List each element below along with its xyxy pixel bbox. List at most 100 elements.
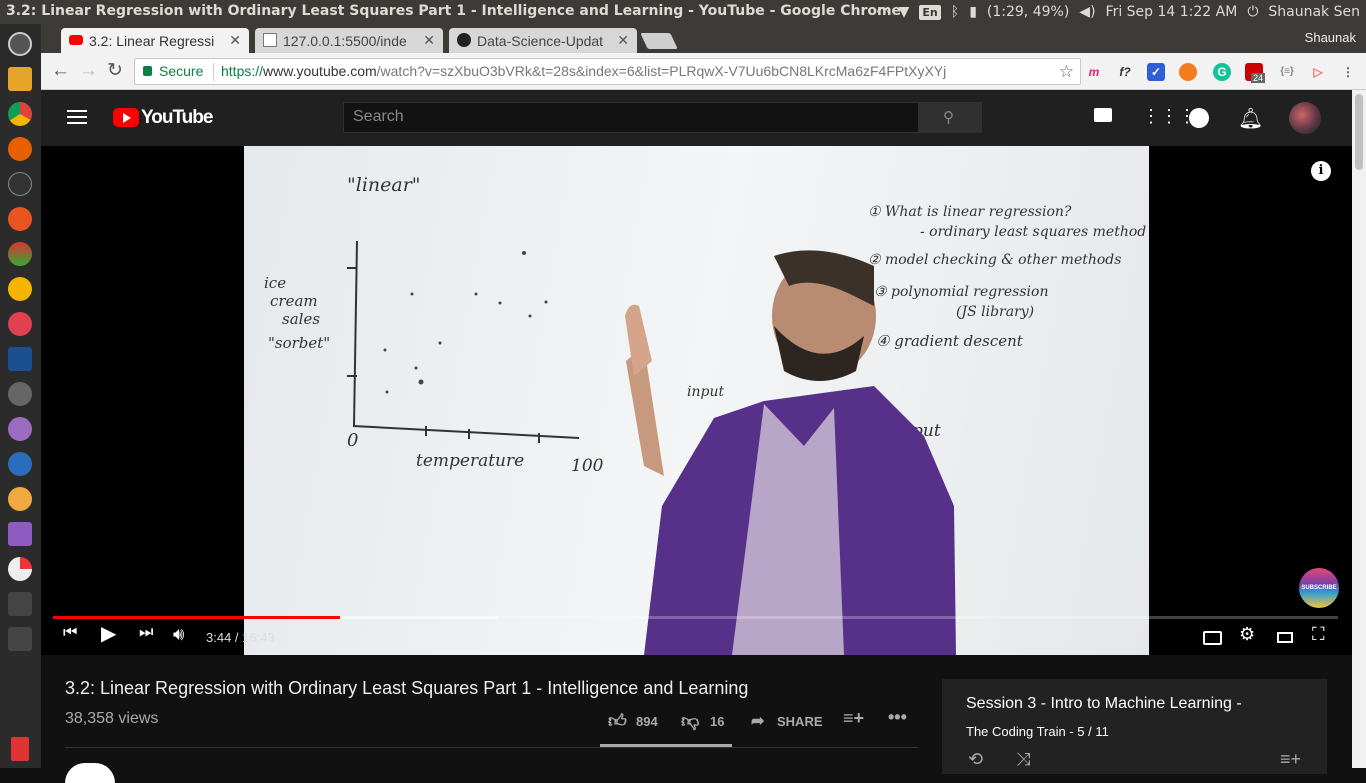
forward-icon[interactable]: → bbox=[79, 61, 98, 81]
fullscreen-icon[interactable]: ⛶ bbox=[1312, 624, 1325, 645]
battery-status[interactable]: (1:29, 49%) bbox=[987, 4, 1069, 20]
new-tab-button[interactable] bbox=[640, 33, 678, 49]
dislike-icon[interactable]: 👎︎ bbox=[681, 710, 699, 732]
previous-icon[interactable]: ⏮︎ bbox=[63, 624, 77, 642]
play-icon[interactable]: ▶ bbox=[101, 621, 116, 646]
add-to-playlist-icon[interactable]: ≡+ bbox=[843, 708, 864, 729]
battery-icon[interactable]: ▮ bbox=[969, 4, 977, 20]
reload-icon[interactable]: ↻ bbox=[107, 61, 123, 81]
keyboard-language[interactable]: En bbox=[919, 4, 941, 20]
clock[interactable]: Fri Sep 14 1:22 AM bbox=[1106, 4, 1238, 20]
create-video-icon[interactable] bbox=[1094, 108, 1112, 122]
r-icon[interactable] bbox=[8, 452, 32, 476]
close-tab-icon[interactable]: ✕ bbox=[423, 32, 435, 49]
scrollbar[interactable] bbox=[1352, 90, 1366, 768]
chrome-icon[interactable] bbox=[8, 102, 32, 126]
software-icon[interactable] bbox=[8, 207, 32, 231]
info-icon[interactable]: i bbox=[1311, 161, 1331, 181]
youtube-favicon-icon bbox=[69, 35, 83, 45]
progress-bar[interactable] bbox=[53, 616, 1338, 619]
wb-topic-3b: (JS library) bbox=[956, 304, 1034, 320]
captions-icon[interactable] bbox=[1203, 631, 1222, 645]
dislike-count[interactable]: 16 bbox=[710, 714, 724, 729]
channel-avatar[interactable] bbox=[65, 763, 115, 783]
avatar[interactable] bbox=[1289, 102, 1321, 134]
menu-icon[interactable]: ⋮ bbox=[1339, 63, 1357, 81]
more-actions-icon[interactable]: ••• bbox=[888, 707, 907, 728]
video-frame[interactable]: "linear" ice cream sales "sorbet" 0 100 … bbox=[244, 146, 1149, 655]
grammarly-icon[interactable]: G bbox=[1213, 63, 1231, 81]
like-count[interactable]: 894 bbox=[636, 714, 658, 729]
next-icon[interactable]: ⏭︎ bbox=[139, 624, 153, 642]
extension-f-icon[interactable]: f? bbox=[1116, 63, 1134, 81]
share-button[interactable]: SHARE bbox=[777, 714, 823, 729]
like-icon[interactable]: 👍︎ bbox=[608, 710, 627, 732]
duration: 16:43 bbox=[242, 630, 275, 645]
extension-arrow-icon[interactable]: ▷ bbox=[1309, 63, 1327, 81]
settings-gear-icon[interactable]: ⚙ bbox=[1239, 624, 1255, 645]
firefox-icon[interactable] bbox=[8, 137, 32, 161]
wb-xlabel: temperature bbox=[416, 451, 524, 471]
notes-icon[interactable] bbox=[8, 522, 32, 546]
trash-icon[interactable] bbox=[11, 737, 29, 761]
user-name[interactable]: Shaunak Sen bbox=[1268, 4, 1360, 20]
tab-youtube[interactable]: 3.2: Linear Regressi ✕ bbox=[61, 28, 249, 53]
shuffle-icon[interactable]: ⤨ bbox=[1016, 749, 1030, 770]
atom-icon[interactable] bbox=[8, 417, 32, 441]
volume-icon[interactable]: 🔊︎ bbox=[173, 624, 184, 645]
theater-mode-icon[interactable] bbox=[1277, 632, 1293, 643]
terminal-icon[interactable] bbox=[8, 172, 32, 196]
player-icon[interactable] bbox=[8, 277, 32, 301]
extension-v-icon[interactable]: ✓ bbox=[1147, 63, 1165, 81]
network-icon[interactable]: ◠ bbox=[876, 4, 888, 20]
tab-github[interactable]: Data-Science-Updat ✕ bbox=[449, 28, 637, 53]
close-tab-icon[interactable]: ✕ bbox=[617, 32, 629, 49]
messages-icon[interactable] bbox=[1189, 108, 1209, 128]
subscribe-watermark[interactable]: SUBSCRIBE bbox=[1299, 568, 1339, 608]
volume-icon[interactable]: ◀) bbox=[1079, 4, 1095, 20]
settings-icon[interactable] bbox=[8, 242, 32, 266]
files-icon[interactable] bbox=[8, 67, 32, 91]
secure-label: Secure bbox=[159, 63, 204, 79]
launcher bbox=[0, 24, 41, 768]
tab-localhost[interactable]: 127.0.0.1:5500/inde ✕ bbox=[255, 28, 443, 53]
weather-icon[interactable] bbox=[8, 487, 32, 511]
played-bar bbox=[53, 616, 341, 619]
dash-icon[interactable] bbox=[8, 32, 32, 56]
save-playlist-icon[interactable]: ≡+ bbox=[1280, 749, 1301, 770]
extension-orange-icon[interactable] bbox=[1179, 63, 1197, 81]
share-icon[interactable]: ➦ bbox=[751, 711, 764, 731]
drive-icon[interactable] bbox=[8, 592, 32, 616]
chart-app-icon[interactable] bbox=[8, 557, 32, 581]
playlist-panel[interactable]: Session 3 - Intro to Machine Learning - … bbox=[942, 679, 1327, 774]
scroll-thumb[interactable] bbox=[1355, 94, 1363, 170]
search-button[interactable]: ⚲ bbox=[918, 102, 982, 133]
profile-name[interactable]: Shaunak bbox=[1305, 30, 1356, 45]
wifi-icon[interactable]: ▼ bbox=[899, 4, 910, 20]
extension-m-icon[interactable]: m bbox=[1085, 63, 1103, 81]
youtube-header: YouTube Search ⚲ ⋮⋮⋮ 🔔︎ bbox=[41, 90, 1352, 146]
close-tab-icon[interactable]: ✕ bbox=[229, 32, 241, 49]
notifications-bell-icon[interactable]: 🔔︎ bbox=[1238, 106, 1263, 131]
disk-icon[interactable] bbox=[8, 382, 32, 406]
wb-input: input bbox=[687, 384, 724, 400]
bookmark-star-icon[interactable]: ☆ bbox=[1059, 59, 1074, 84]
app-icon[interactable] bbox=[8, 312, 32, 336]
address-bar[interactable]: Secure https://www.youtube.com/watch?v=s… bbox=[134, 58, 1081, 85]
view-count: 38,358 views bbox=[65, 710, 159, 727]
webstorm-icon[interactable] bbox=[8, 347, 32, 371]
wb-topic-1b: - ordinary least squares method bbox=[920, 224, 1146, 240]
playlist-title[interactable]: Session 3 - Intro to Machine Learning - bbox=[966, 695, 1242, 713]
apps-grid-icon[interactable]: ⋮⋮⋮ bbox=[1142, 107, 1196, 125]
youtube-logo-text[interactable]: YouTube bbox=[141, 107, 213, 129]
bluetooth-icon[interactable]: ᛒ bbox=[951, 4, 959, 20]
drive-icon-2[interactable] bbox=[8, 627, 32, 651]
search-input[interactable]: Search bbox=[343, 102, 919, 133]
back-icon[interactable]: ← bbox=[51, 61, 70, 81]
video-player[interactable]: "linear" ice cream sales "sorbet" 0 100 … bbox=[41, 146, 1352, 655]
youtube-logo-icon[interactable] bbox=[113, 108, 139, 127]
extension-brackets-icon[interactable]: {≡} bbox=[1278, 63, 1296, 81]
menu-icon[interactable] bbox=[67, 110, 87, 124]
power-icon[interactable]: ⏻ bbox=[1247, 4, 1258, 20]
loop-icon[interactable]: ⟲ bbox=[968, 749, 983, 770]
